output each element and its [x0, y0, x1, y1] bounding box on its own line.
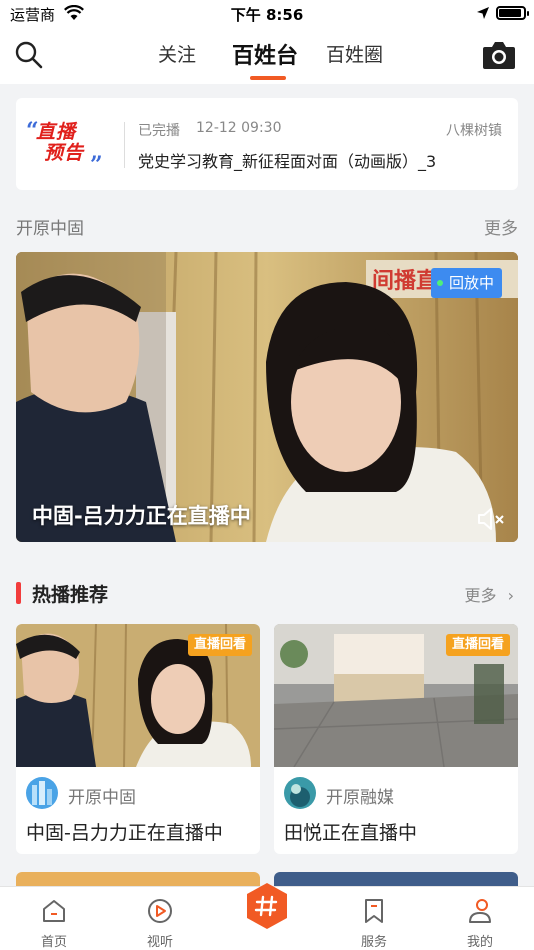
tab-service-label: 服务: [360, 935, 387, 950]
live-preview-logo: “ ” 直播 预告: [24, 118, 110, 174]
svg-text:间播直: 间播直: [372, 268, 438, 294]
tab-baixingquan[interactable]: 百姓圈: [326, 40, 383, 67]
broadcast-place: 八棵树镇: [446, 123, 502, 139]
hot-item-title: 田悦正在直播中: [284, 822, 418, 844]
tab-service[interactable]: 服务: [334, 887, 414, 950]
tab-video[interactable]: 视听: [120, 887, 200, 950]
status-bar: 运营商 下午 8:56: [0, 0, 534, 28]
section-header-kaiyuan: 开原中固 更多: [16, 214, 518, 239]
location-arrow-icon: [477, 7, 489, 19]
tab-video-label: 视听: [146, 935, 173, 950]
bottom-tab-bar: 首页 视听 服务 我的: [0, 883, 534, 950]
hot-more-label: 更多: [464, 586, 497, 605]
logo-line-2: 预告: [44, 142, 85, 164]
profile-icon: [469, 899, 491, 923]
live-stream-title: 中固-吕力力正在直播中: [32, 504, 251, 528]
hot-item-card[interactable]: 直播回看 开原融媒 田悦正在直播中: [274, 624, 518, 854]
hot-section-title: 热播推荐: [32, 584, 109, 606]
hot-item-title: 中固-吕力力正在直播中: [26, 822, 223, 844]
live-preview-card[interactable]: “ ” 直播 预告 已完播 12-12 09:30 八棵树镇 党史学习教育_新征…: [16, 98, 518, 190]
logo-line-1: 直播: [36, 121, 77, 143]
replay-badge: 直播回看: [187, 634, 252, 656]
tab-follow[interactable]: 关注: [158, 40, 196, 67]
replay-badge: 直播回看: [445, 634, 510, 656]
home-icon: [43, 900, 65, 922]
replay-badge: 回放中: [430, 268, 502, 298]
play-icon: [148, 899, 172, 923]
author-name: 开原融媒: [326, 788, 394, 808]
section-title: 开原中固: [16, 219, 84, 239]
broadcast-date: 12-12 09:30: [196, 120, 282, 136]
divider: [124, 122, 125, 168]
battery-level: [499, 9, 521, 17]
broadcast-status: 已完播: [138, 123, 180, 139]
tab-home-label: 首页: [40, 935, 67, 950]
tab-home[interactable]: 首页: [14, 887, 94, 950]
broadcast-title: 党史学习教育_新征程面对面（动画版）_3: [138, 152, 437, 171]
top-nav: 关注 百姓台 百姓圈: [0, 28, 534, 84]
live-stream-card[interactable]: 间播直 回放中 中固-吕力力正在直播中: [16, 252, 518, 542]
section-more-link[interactable]: 更多: [484, 214, 518, 239]
battery-icon: [496, 6, 529, 20]
bookmark-icon: [365, 899, 383, 923]
search-icon[interactable]: [14, 40, 44, 70]
clock: 下午 8:56: [230, 6, 304, 24]
tab-baixingtai[interactable]: 百姓台: [232, 38, 298, 70]
hot-item-card[interactable]: 直播回看 开原中固 中固-吕力力正在直播中: [16, 624, 260, 854]
author-name: 开原中固: [68, 788, 136, 808]
hashtag-icon[interactable]: [244, 881, 290, 931]
tab-profile[interactable]: 我的: [440, 887, 520, 950]
active-tab-indicator: [250, 76, 286, 80]
avatar: [26, 777, 58, 809]
mute-icon[interactable]: [476, 506, 506, 532]
section-accent-bar: [16, 582, 21, 604]
avatar: [284, 777, 316, 809]
camera-icon[interactable]: [482, 40, 516, 70]
svg-text:”: ”: [90, 152, 103, 174]
tab-profile-label: 我的: [466, 935, 493, 950]
hot-section-more-link[interactable]: 更多 ›: [464, 582, 514, 606]
chevron-right-icon: ›: [507, 586, 514, 605]
